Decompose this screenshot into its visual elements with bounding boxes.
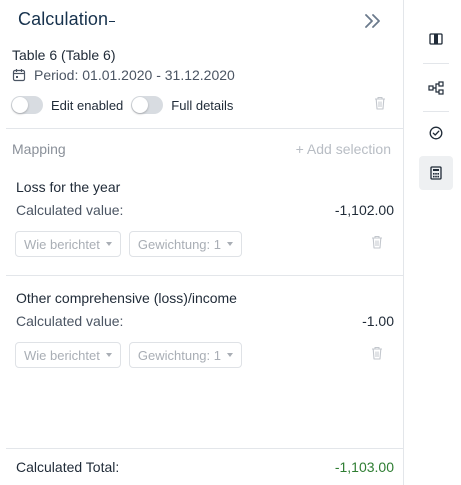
- divider: [6, 448, 403, 449]
- caret-down-icon: [226, 242, 233, 246]
- full-details-toggle[interactable]: [131, 96, 164, 114]
- weight-select-value: Gewichtung: 1: [137, 347, 221, 363]
- total-row: Calculated Total: -1,103.00: [16, 459, 394, 477]
- toggles-row: Edit enabled Full details: [11, 95, 389, 115]
- divider: [6, 275, 403, 276]
- mapping-item: Other comprehensive (loss)/income Calcul…: [15, 290, 394, 370]
- total-value: -1,103.00: [334, 459, 394, 475]
- delete-table-button[interactable]: [374, 96, 386, 115]
- edit-enabled-toggle[interactable]: [11, 96, 43, 114]
- weight-select[interactable]: Gewichtung: 1: [128, 342, 242, 368]
- item-title: Loss for the year: [16, 179, 121, 195]
- total-label: Calculated Total:: [16, 459, 120, 475]
- rail-button-columns[interactable]: [419, 22, 453, 56]
- rail-button-validation[interactable]: [419, 116, 453, 150]
- reported-select-value: Wie berichtet: [24, 347, 100, 363]
- trash-icon: [372, 235, 382, 249]
- right-rail: [411, 0, 461, 485]
- double-chevron-right-icon: [365, 14, 380, 28]
- item-title: Other comprehensive (loss)/income: [16, 290, 237, 306]
- mapping-header: Mapping + Add selection: [12, 141, 391, 159]
- item-selects: Wie berichtet Gewichtung: 1: [15, 342, 242, 368]
- item-selects: Wie berichtet Gewichtung: 1: [15, 231, 242, 257]
- app-root: Calculation Table 6 (Table 6) Period: 01…: [0, 0, 461, 485]
- calculated-value: -1.00: [362, 313, 394, 329]
- reported-select-value: Wie berichtet: [24, 236, 100, 252]
- period-text: Period: 01.01.2020 - 31.12.2020: [34, 67, 235, 83]
- divider: [6, 128, 403, 129]
- rail-separator: [423, 63, 449, 64]
- reported-select[interactable]: Wie berichtet: [15, 342, 121, 368]
- toggle-knob: [132, 97, 149, 113]
- calculated-value-label: Calculated value:: [16, 202, 124, 218]
- calculated-value: -1,102.00: [334, 202, 394, 218]
- add-selection-button[interactable]: + Add selection: [296, 141, 391, 157]
- panel-header: Calculation: [18, 9, 391, 33]
- calendar-icon: [12, 69, 26, 82]
- collapse-button[interactable]: [361, 9, 385, 33]
- calculated-value-label: Calculated value:: [16, 313, 124, 329]
- caret-down-icon: [105, 353, 112, 357]
- hierarchy-tree-icon: [428, 81, 444, 95]
- calculator-icon: [430, 166, 442, 180]
- reported-select[interactable]: Wie berichtet: [15, 231, 121, 257]
- panel-title: Calculation: [18, 9, 109, 29]
- mapping-label: Mapping: [12, 141, 66, 157]
- weight-select-value: Gewichtung: 1: [137, 236, 221, 252]
- full-details-label: Full details: [171, 97, 234, 113]
- delete-item-button[interactable]: [371, 346, 383, 365]
- check-circle-icon: [429, 126, 443, 140]
- weight-select[interactable]: Gewichtung: 1: [128, 231, 242, 257]
- calculation-panel: Calculation Table 6 (Table 6) Period: 01…: [0, 0, 404, 485]
- caret-down-icon: [105, 242, 112, 246]
- column-layout-icon: [429, 33, 443, 45]
- table-name: Table 6 (Table 6): [12, 47, 116, 63]
- mapping-item: Loss for the year Calculated value: -1,1…: [15, 179, 394, 259]
- rail-button-hierarchy[interactable]: [419, 71, 453, 105]
- rail-button-calculation[interactable]: [419, 156, 453, 190]
- trash-icon: [375, 96, 385, 110]
- toggle-knob: [12, 97, 28, 113]
- title-cursor: [109, 21, 115, 22]
- trash-icon: [372, 346, 382, 360]
- caret-down-icon: [226, 353, 233, 357]
- edit-enabled-label: Edit enabled: [51, 97, 124, 113]
- delete-item-button[interactable]: [371, 235, 383, 254]
- rail-separator: [423, 111, 449, 112]
- period-row: Period: 01.01.2020 - 31.12.2020: [12, 66, 235, 84]
